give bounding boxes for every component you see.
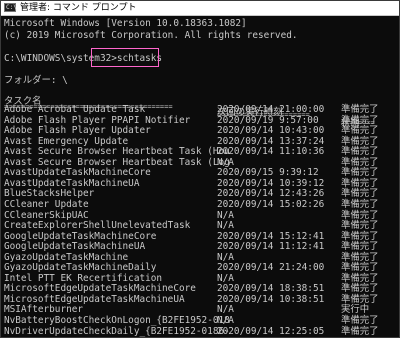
task-name: MSIAfterburner: [4, 304, 84, 316]
banner-copyright: (c) 2019 Microsoft Corporation. All righ…: [4, 30, 298, 41]
task-name: AvastUpdateTaskMachineUA: [4, 177, 140, 189]
task-next-run: N/A: [217, 156, 234, 168]
task-status: 準備完了: [341, 114, 379, 126]
command-highlight-box: [91, 48, 159, 67]
task-next-run: 2020/09/14 12:43:26: [217, 188, 325, 200]
task-next-run: 2020/09/14 13:37:24: [217, 135, 325, 147]
task-status: 準備完了: [341, 283, 379, 295]
task-next-run: 2020/09/14 11:12:41: [217, 241, 325, 253]
task-next-run: 2020/09/14 12:25:05: [217, 325, 325, 337]
task-next-run: 2020/09/14 15:02:26: [217, 198, 325, 210]
table-separator: ========================================…: [4, 95, 375, 127]
task-next-run: N/A: [217, 315, 234, 326]
task-next-run: 2020/09/15 9:39:12: [217, 167, 319, 179]
task-name: MicrosoftEdgeUpdateTaskMachineCore: [4, 283, 196, 295]
task-name: BlueStacksHelper: [4, 188, 95, 200]
cmd-icon: C:\: [4, 3, 17, 12]
task-next-run: N/A: [217, 251, 234, 263]
task-name: MicrosoftEdgeUpdateTaskMachineUA: [4, 293, 185, 305]
task-name: CCleaner Update: [4, 198, 89, 210]
task-name: GoogleUpdateTaskMachineUA: [4, 241, 146, 253]
task-next-run: 2020/09/19 9:57:00: [217, 114, 319, 126]
task-status: 準備完了: [341, 241, 379, 253]
task-status: 準備完了: [341, 262, 379, 274]
task-next-run: N/A: [217, 220, 234, 232]
task-name: Avast Emergency Update: [4, 135, 129, 147]
task-next-run: 2020/09/14 21:00:00: [217, 104, 325, 115]
task-name: Adobe Flash Player PPAPI Notifier: [4, 114, 191, 126]
console-output[interactable]: Microsoft Windows [Version 10.0.18363.10…: [1, 16, 399, 337]
task-status: 準備完了: [341, 209, 379, 221]
task-status: 準備完了: [341, 104, 379, 115]
task-status: 準備完了: [341, 188, 379, 200]
task-next-run: 2020/09/14 10:38:51: [217, 293, 325, 305]
task-name: Avast Secure Browser Heartbeat Task (Log: [4, 156, 230, 168]
task-name: AvastUpdateTaskMachineCore: [4, 167, 151, 179]
task-name: GyazoUpdateTaskMachineDaily: [4, 262, 157, 274]
task-name: GyazoUpdateTaskMachine: [4, 251, 129, 263]
command-prompt-window: C:\ 管理者: コマンド プロンプト Microsoft Windows [V…: [0, 0, 400, 338]
task-next-run: 2020/09/14 10:43:00: [217, 125, 325, 137]
task-name: Adobe Flash Player Updater: [4, 125, 151, 137]
task-next-run: N/A: [217, 272, 234, 284]
task-next-run: 2020/09/14 11:10:36: [217, 146, 325, 158]
task-status: 準備完了: [341, 146, 379, 158]
window-title: 管理者: コマンド プロンプト: [20, 3, 137, 13]
task-name: Adobe Acrobat Update Task: [4, 104, 146, 115]
task-status: 準備完了: [341, 325, 379, 337]
task-next-run: 2020/09/14 18:38:51: [217, 283, 325, 295]
task-name: NvDriverUpdateCheckDaily_{B2FE1952-0186-: [4, 325, 230, 337]
task-next-run: N/A: [217, 209, 234, 221]
task-status: 準備完了: [341, 220, 379, 232]
task-status: 準備完了: [341, 315, 379, 326]
task-name: NvBatteryBoostCheckOnLogon_{B2FE1952-018: [4, 315, 230, 326]
task-status: 準備完了: [341, 198, 379, 210]
task-status: 準備完了: [341, 135, 379, 147]
task-status: 準備完了: [341, 230, 379, 242]
banner-version: Microsoft Windows [Version 10.0.18363.10…: [4, 18, 247, 29]
task-status: 準備完了: [341, 125, 379, 137]
task-status: 実行中: [341, 304, 370, 316]
task-name: Intel PTT EK Recertification: [4, 272, 163, 284]
task-name: CreateExplorerShellUnelevatedTask: [4, 220, 191, 232]
task-next-run: 2020/09/14 21:24:00: [217, 262, 325, 274]
task-next-run: 2020/09/14 15:12:41: [217, 230, 325, 242]
task-next-run: 2020/09/14 10:39:12: [217, 177, 325, 189]
task-name: GoogleUpdateTaskMachineCore: [4, 230, 157, 242]
task-name: Avast Secure Browser Heartbeat Task (Hou: [4, 146, 230, 158]
task-name: CCleanerSkipUAC: [4, 209, 89, 221]
task-status: 準備完了: [341, 167, 379, 179]
title-bar[interactable]: C:\ 管理者: コマンド プロンプト: [1, 1, 399, 16]
task-next-run: N/A: [217, 304, 234, 316]
